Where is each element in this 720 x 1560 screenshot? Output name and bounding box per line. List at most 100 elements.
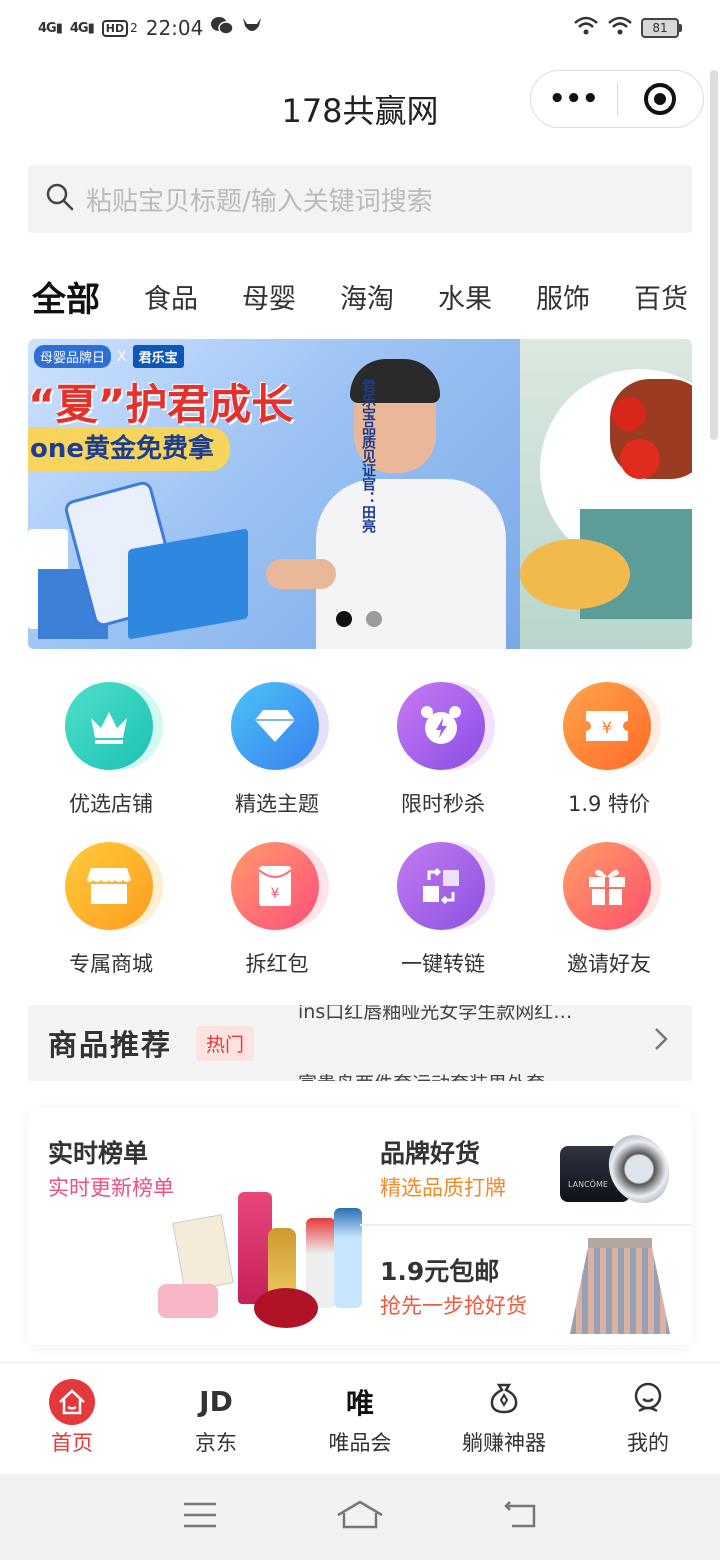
signal-icon-2: 4G▮ [69,20,95,36]
target-icon [644,83,677,115]
banner-logo-1: 母婴品牌日 [34,345,112,368]
menu-button[interactable] [170,1497,230,1537]
search-input[interactable]: 粘贴宝贝标题/输入关键词搜索 [86,181,433,218]
search-bar[interactable]: 粘贴宝贝标题/输入关键词搜索 [28,165,692,233]
tab-overseas[interactable]: 海淘 [336,277,398,316]
ticker-item[interactable]: 富贵鸟两件套运动套装男外套 [298,1069,545,1081]
carousel-dots [336,611,382,627]
grid-item-shops[interactable]: 优选店铺 [28,670,194,830]
home-icon [49,1378,95,1425]
card-title: 1.9元包邮 [380,1257,500,1286]
pizza [520,539,630,609]
home-outline-icon [336,1499,384,1535]
back-button[interactable] [490,1497,550,1537]
tab-mine[interactable]: 我的 [576,1363,720,1474]
menu-icon [182,1500,218,1534]
system-nav-bar [0,1474,720,1560]
product-recommend-bar[interactable]: 商品推荐 热门 ins口红唇釉哑光女学生款网红… 富贵鸟两件套运动套装男外套 [28,1005,692,1081]
close-miniprogram-button[interactable] [618,71,704,127]
grid-item-topics[interactable]: 精选主题 [194,670,360,830]
tab-label: 躺赚神器 [462,1430,546,1455]
carousel-dot-2[interactable] [366,611,382,627]
jd-icon: JD [199,1385,233,1418]
vip-icon: 唯 [345,1386,374,1420]
grid-item-special-price[interactable]: ¥ 1.9 特价 [526,670,692,830]
tab-all[interactable]: 全部 [28,272,104,321]
banner-slide-milk[interactable]: 母婴品牌日 X 君乐宝 “夏”护君成长 one黄金免费拿 君乐宝品质见证官：田亮 [28,339,520,649]
tab-fruit[interactable]: 水果 [434,277,496,316]
grid-item-convert-link[interactable]: 一键转链 [360,830,526,990]
more-button[interactable]: ••• [531,71,617,127]
cream-brand: LANCÔME [568,1180,608,1189]
yen-ticket-icon: ¥ [563,682,651,770]
grid-item-invite[interactable]: 邀请好友 [526,830,692,990]
tab-general[interactable]: 百货 [630,277,692,316]
wifi-icon [607,15,633,42]
banner-x: X [117,348,127,365]
grid-label: 限时秒杀 [401,792,485,816]
alarm-clock-icon [397,682,485,770]
profile-icon [631,1381,665,1422]
banner-subline: one黄金免费拿 [28,427,231,471]
tab-food[interactable]: 食品 [140,277,202,316]
brand-goods-card[interactable]: 品牌好货 精选品质打牌 LANCÔME [360,1108,692,1226]
banner-carousel[interactable]: 母婴品牌日 X 君乐宝 “夏”护君成长 one黄金免费拿 君乐宝品质见证官：田亮 [28,339,692,649]
promo-section: 实时榜单 实时更新榜单 品牌好货 精选品质打牌 LANCÔME 1.9元包邮 抢… [28,1108,692,1345]
bull-icon [241,16,263,41]
ticker-item[interactable]: ins口红唇釉哑光女学生款网红… [298,1005,572,1024]
crown-icon [65,682,153,770]
more-icon: ••• [548,84,599,114]
wechat-icon [211,16,235,41]
banner-logo-2: 君乐宝 [132,345,184,368]
home-button[interactable] [330,1497,390,1537]
free-shipping-card[interactable]: 1.9元包邮 抢先一步抢好货 [360,1226,692,1345]
grid-item-red-envelope[interactable]: ¥ 拆红包 [194,830,360,990]
miniprogram-capsule: ••• [530,70,704,128]
tomato [612,397,646,431]
tab-earn[interactable]: 躺赚神器 [432,1363,576,1474]
grid-item-mall[interactable]: 专属商城 [28,830,194,990]
grid-label: 优选店铺 [69,792,153,816]
tab-vip[interactable]: 唯 唯品会 [288,1363,432,1474]
category-tabs: 全部 食品 母婴 海淘 水果 服饰 百货 [28,266,692,326]
grid-label: 精选主题 [235,792,319,816]
hd-sub: 2 [130,21,138,35]
svg-text:¥: ¥ [271,886,280,902]
svg-text:¥: ¥ [602,718,612,737]
money-bag-icon [487,1381,521,1422]
carousel-dot-1[interactable] [336,611,352,627]
grid-label: 拆红包 [245,952,309,976]
tab-label: 我的 [627,1430,669,1455]
skirt-image [570,1238,670,1334]
status-bar: 4G▮ 4G▮ HD 2 22:04 81 [0,0,720,56]
battery-icon: 81 [641,18,682,38]
tab-clothing[interactable]: 服饰 [532,277,594,316]
card-subtitle: 抢先一步抢好货 [380,1294,527,1318]
realtime-ranking-card[interactable]: 实时榜单 实时更新榜单 [28,1108,362,1345]
signal-icon: 4G▮ [38,20,63,36]
tab-home[interactable]: 首页 [0,1363,144,1474]
banner-headline: “夏”护君成长 [28,380,294,429]
banner-vertical-text: 君乐宝品质见证官：田亮 [360,379,376,533]
cream-jar-image: LANCÔME [560,1125,681,1213]
card-title: 实时榜单 [48,1139,149,1168]
page: 4G▮ 4G▮ HD 2 22:04 81 178共赢网 ••• 粘贴宝贝标题/… [0,0,720,1560]
tab-baby[interactable]: 母婴 [238,277,300,316]
banner-spokesperson [266,359,506,649]
feature-grid: 优选店铺 精选主题 限时秒杀 ¥ 1.9 特价 专属商城 ¥ 拆红包 一键转链 … [28,670,692,990]
scrollbar[interactable] [710,70,718,440]
card-subtitle: 精选品质打牌 [380,1176,506,1200]
grid-label: 一键转链 [401,952,485,976]
tab-label: 首页 [51,1430,93,1455]
tab-jd[interactable]: JD 京东 [144,1363,288,1474]
card-title: 品牌好货 [380,1139,481,1168]
tab-label: 京东 [195,1430,237,1455]
chevron-right-icon[interactable] [654,1025,668,1058]
banner-slide-steak[interactable] [520,339,692,649]
grid-item-flash-sale[interactable]: 限时秒杀 [360,670,526,830]
recommend-ticker[interactable]: ins口红唇釉哑光女学生款网红… 富贵鸟两件套运动套装男外套 [298,1005,628,1081]
red-envelope-icon: ¥ [231,842,319,930]
hot-badge: 热门 [196,1025,255,1061]
recommend-title: 商品推荐 [48,1028,173,1062]
convert-link-icon [397,842,485,930]
